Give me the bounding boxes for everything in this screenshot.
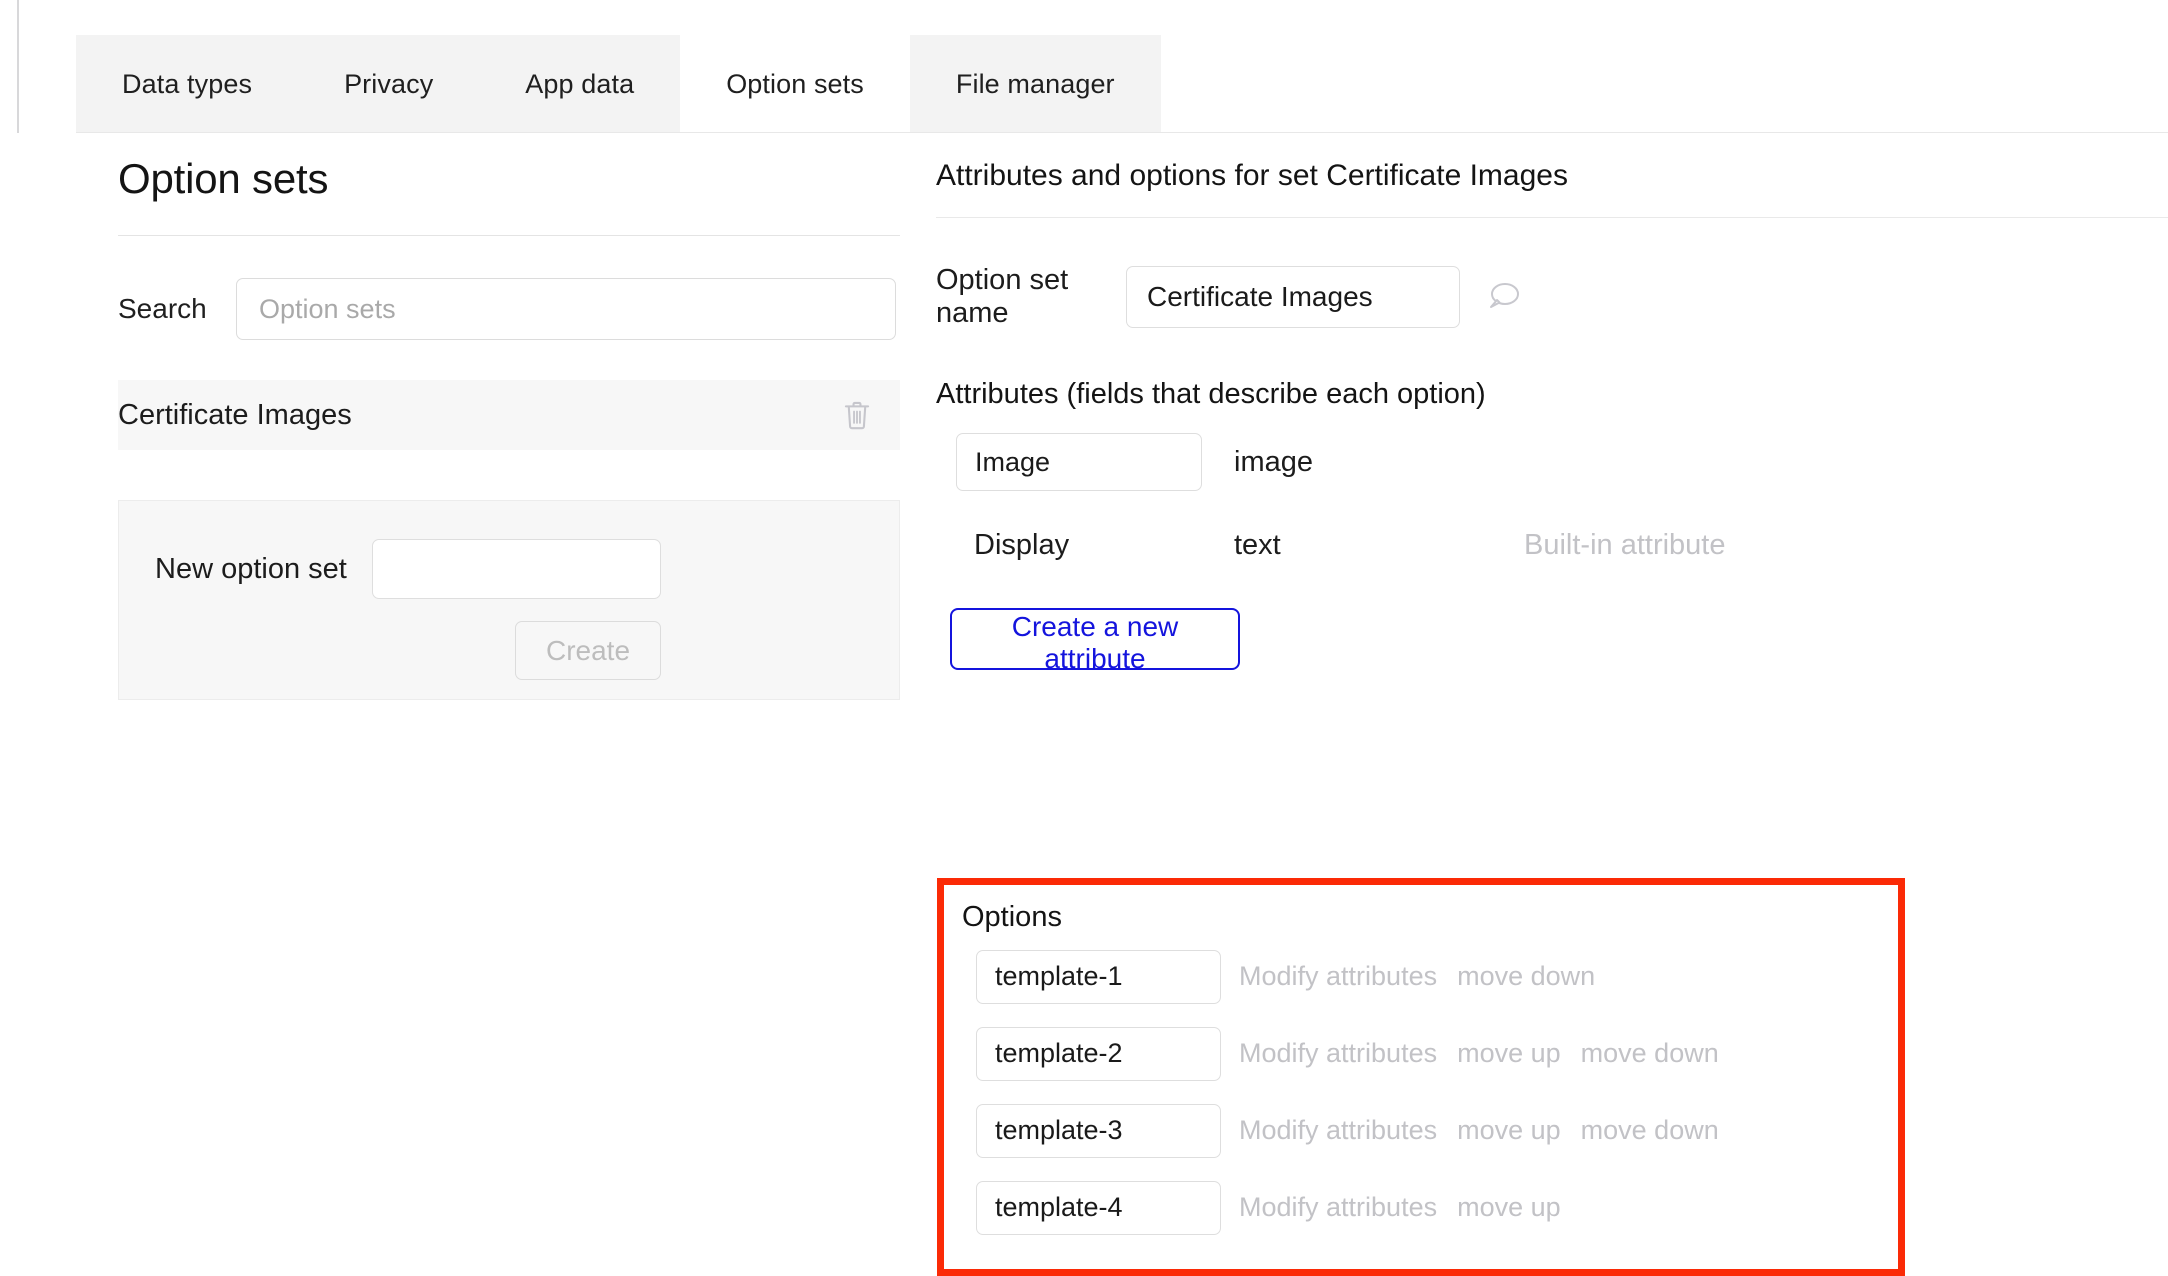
- option-name-input[interactable]: [976, 1027, 1221, 1081]
- page-title-divider: [118, 235, 900, 236]
- option-set-row-label: Certificate Images: [118, 399, 842, 432]
- attribute-row: Display textBuilt-in attribute: [936, 529, 2168, 562]
- attribute-name-label: Display: [956, 529, 1202, 562]
- right-panel-title-divider: [936, 217, 2168, 218]
- tab-app-data[interactable]: App data: [479, 35, 680, 133]
- option-action-modify-attributes[interactable]: Modify attributes: [1239, 1192, 1437, 1223]
- option-action-move-up[interactable]: move up: [1457, 1115, 1561, 1146]
- tab-option-sets[interactable]: Option sets: [680, 35, 910, 133]
- option-action-modify-attributes[interactable]: Modify attributes: [1239, 1038, 1437, 1069]
- tab-privacy[interactable]: Privacy: [298, 35, 479, 133]
- option-row: Modify attributes move up move down: [944, 1023, 1898, 1084]
- attribute-note-label: Built-in attribute: [1524, 529, 1726, 562]
- option-row: Modify attributes move up: [944, 1177, 1898, 1238]
- new-option-set-input[interactable]: [372, 539, 661, 599]
- tab-label: Privacy: [344, 69, 433, 100]
- trash-icon[interactable]: [842, 399, 872, 431]
- option-sets-panel: Option sets Search Certificate Images Ne…: [118, 133, 900, 700]
- option-row: Modify attributes move down: [944, 946, 1898, 1007]
- create-attribute-button[interactable]: Create a new attribute: [950, 608, 1240, 670]
- option-set-name-label: Option set name: [936, 264, 1126, 330]
- create-button[interactable]: Create: [515, 621, 661, 680]
- attributes-rows: image Display textBuilt-in attribute: [936, 433, 2168, 562]
- right-panel-title: Attributes and options for set Certifica…: [936, 159, 2168, 193]
- tab-label: Option sets: [726, 69, 864, 100]
- new-option-set-card: New option set Create: [118, 500, 900, 700]
- option-set-name-input[interactable]: [1126, 266, 1460, 328]
- tab-bar: Data types Privacy App data Option sets File…: [76, 35, 1161, 133]
- attribute-type-label: text: [1234, 529, 1524, 562]
- tab-file-manager[interactable]: File manager: [910, 35, 1161, 133]
- tab-label: Data types: [122, 69, 252, 100]
- attribute-name-input[interactable]: [956, 433, 1202, 491]
- option-actions: Modify attributes move up move down: [1239, 1038, 1719, 1069]
- main-content: Option sets Search Certificate Images Ne…: [0, 133, 2168, 1158]
- comment-button[interactable]: [1486, 280, 1522, 314]
- option-set-row[interactable]: Certificate Images: [118, 380, 900, 450]
- option-actions: Modify attributes move down: [1239, 961, 1595, 992]
- attributes-options-panel: Attributes and options for set Certifica…: [936, 133, 2168, 673]
- option-name-input[interactable]: [976, 1104, 1221, 1158]
- options-list: Modify attributesmove downModify attribu…: [944, 946, 1898, 1238]
- option-row: Modify attributes move up move down: [944, 1100, 1898, 1161]
- options-section-highlight: Options Modify attributesmove downModify…: [937, 878, 1905, 1276]
- option-action-move-down[interactable]: move down: [1457, 961, 1595, 992]
- option-name-input[interactable]: [976, 1181, 1221, 1235]
- tab-label: File manager: [956, 69, 1115, 100]
- search-label: Search: [118, 293, 236, 325]
- attribute-type-label: image: [1234, 446, 1524, 479]
- option-action-move-up[interactable]: move up: [1457, 1038, 1561, 1069]
- option-actions: Modify attributes move up move down: [1239, 1115, 1719, 1146]
- attribute-row: image: [936, 433, 2168, 491]
- option-action-modify-attributes[interactable]: Modify attributes: [1239, 1115, 1437, 1146]
- option-action-move-down[interactable]: move down: [1581, 1115, 1719, 1146]
- option-name-input[interactable]: [976, 950, 1221, 1004]
- attributes-heading: Attributes (fields that describe each op…: [936, 378, 2168, 411]
- search-input[interactable]: [236, 278, 896, 340]
- new-option-set-label: New option set: [155, 553, 347, 586]
- option-action-move-up[interactable]: move up: [1457, 1192, 1561, 1223]
- options-heading: Options: [962, 901, 1898, 934]
- tab-data-types[interactable]: Data types: [76, 35, 298, 133]
- option-set-name-row: Option set name: [936, 264, 2168, 330]
- option-actions: Modify attributes move up: [1239, 1192, 1561, 1223]
- option-sets-list: Certificate Images: [118, 380, 900, 450]
- option-action-modify-attributes[interactable]: Modify attributes: [1239, 961, 1437, 992]
- speech-bubble-icon: [1486, 302, 1522, 317]
- search-row: Search: [118, 278, 900, 340]
- option-action-move-down[interactable]: move down: [1581, 1038, 1719, 1069]
- tab-label: App data: [525, 69, 634, 100]
- page-title: Option sets: [118, 155, 900, 203]
